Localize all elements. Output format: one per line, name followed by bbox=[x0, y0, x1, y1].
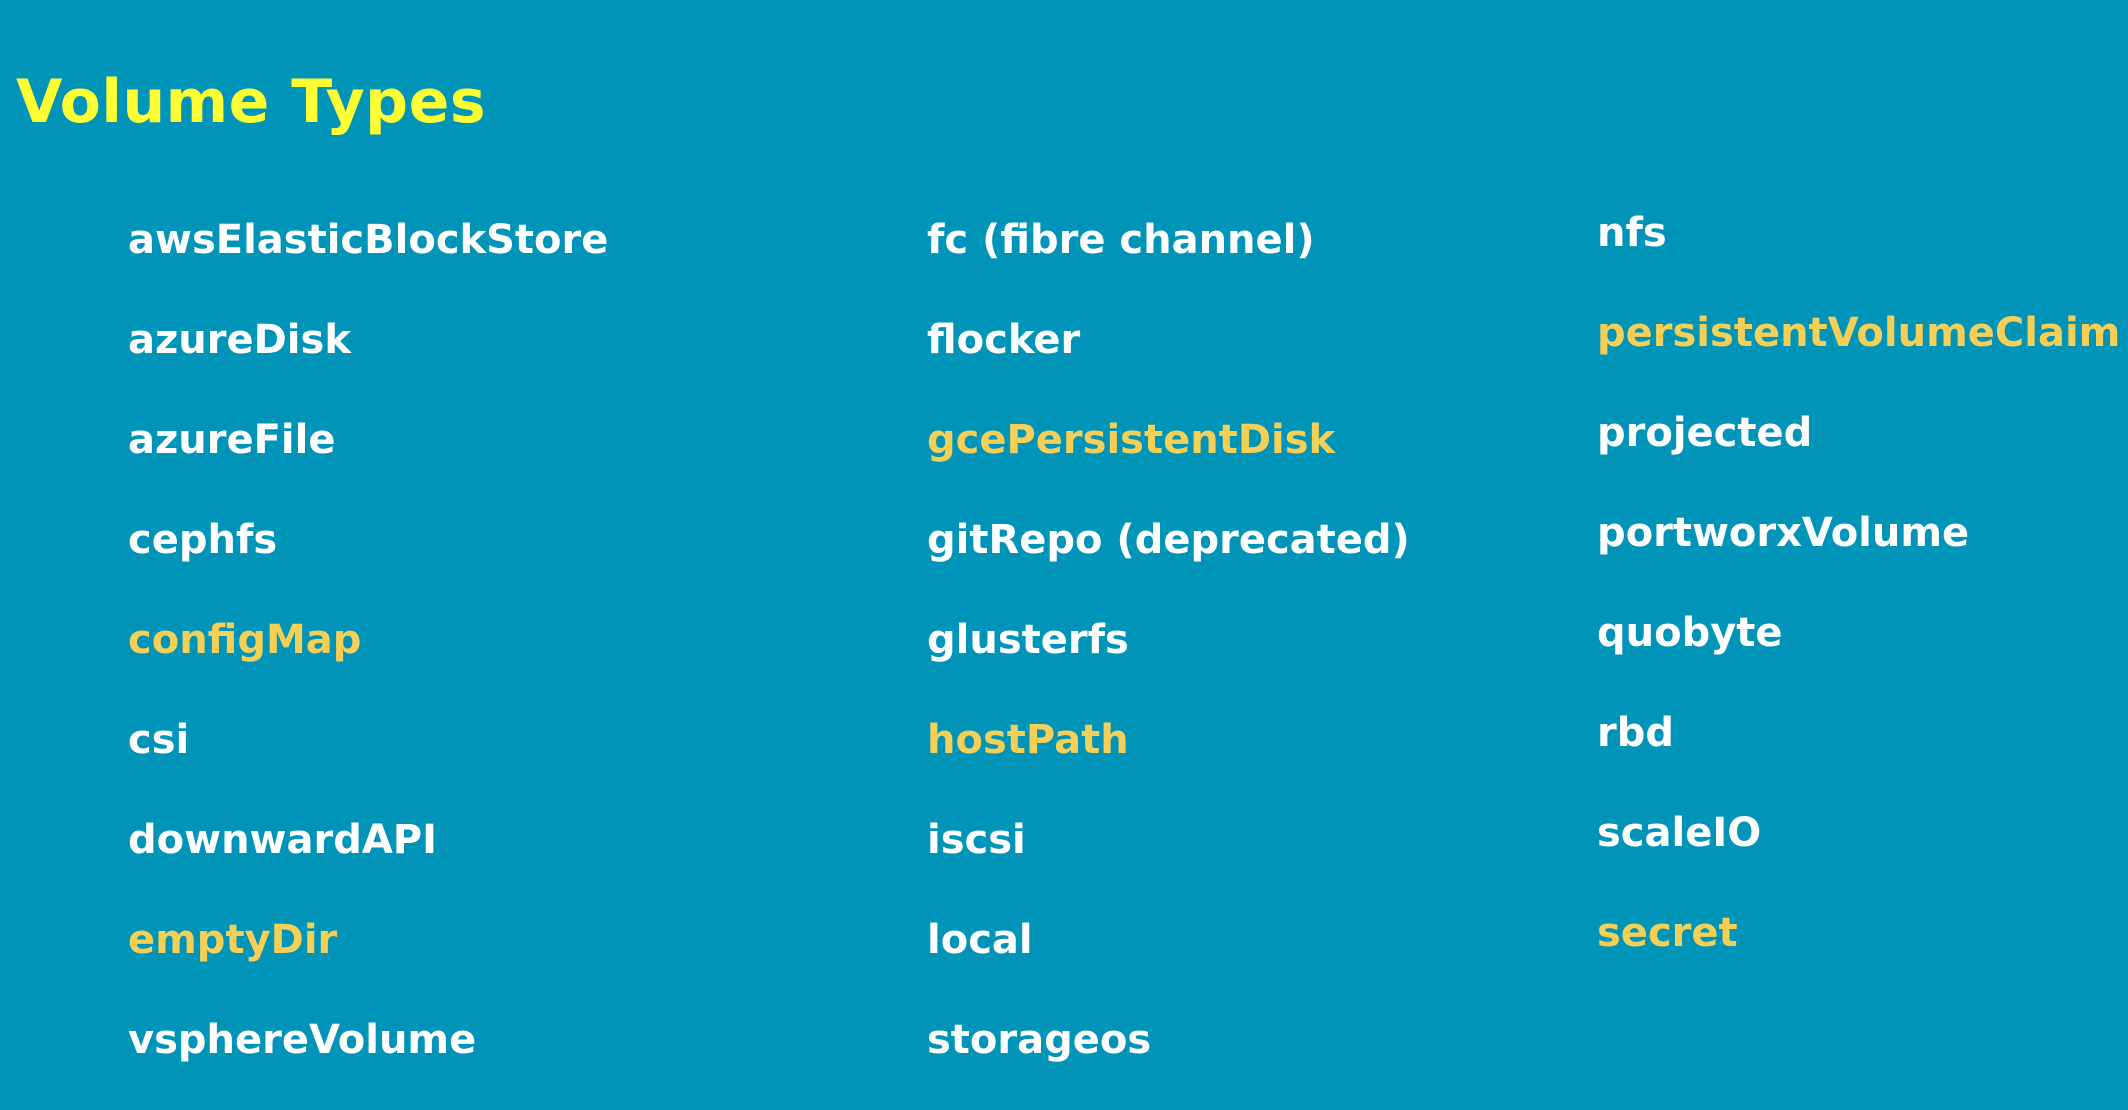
volume-type-item: emptyDir bbox=[128, 917, 338, 963]
volume-type-item: downwardAPI bbox=[128, 817, 438, 863]
volume-type-item: nfs bbox=[1597, 210, 1667, 256]
volume-type-item: local bbox=[927, 917, 1033, 963]
volume-type-item: azureFile bbox=[128, 417, 336, 463]
slide: Volume Types awsElasticBlockStore azureDi… bbox=[0, 0, 2128, 1082]
volume-type-item: csi bbox=[128, 717, 190, 763]
volume-types-column-2: fc (fibre channel) flocker gcePersistentDi… bbox=[927, 210, 1410, 1110]
volume-type-item: awsElasticBlockStore bbox=[128, 217, 609, 263]
volume-type-item: portworxVolume bbox=[1597, 510, 1970, 556]
volume-type-item: flocker bbox=[927, 317, 1081, 363]
volume-type-item: configMap bbox=[128, 617, 362, 663]
volume-type-item: fc (fibre channel) bbox=[927, 217, 1315, 263]
volume-type-item: iscsi bbox=[927, 817, 1026, 863]
volume-type-item: gcePersistentDisk bbox=[927, 417, 1336, 463]
volume-type-item: secret bbox=[1597, 910, 1738, 956]
volume-type-item: vsphereVolume bbox=[128, 1017, 477, 1063]
volume-types-column-3: nfs persistentVolumeClaim projected portwor… bbox=[1597, 203, 2120, 1003]
volume-type-item: azureDisk bbox=[128, 317, 351, 363]
volume-type-item: hostPath bbox=[927, 717, 1129, 763]
volume-type-item: rbd bbox=[1597, 710, 1674, 756]
volume-type-item: projected bbox=[1597, 410, 1813, 456]
volume-type-item: gitRepo (deprecated) bbox=[927, 517, 1410, 563]
volume-type-item: cephfs bbox=[128, 517, 278, 563]
volume-type-item: storageos bbox=[927, 1017, 1152, 1063]
slide-title: Volume Types bbox=[16, 67, 487, 138]
volume-type-item: scaleIO bbox=[1597, 810, 1762, 856]
volume-type-item: persistentVolumeClaim bbox=[1597, 310, 2121, 356]
volume-types-column-1: awsElasticBlockStore azureDisk azureFile ce… bbox=[128, 210, 608, 1110]
volume-type-item: glusterfs bbox=[927, 617, 1129, 663]
volume-type-item: quobyte bbox=[1597, 610, 1783, 656]
